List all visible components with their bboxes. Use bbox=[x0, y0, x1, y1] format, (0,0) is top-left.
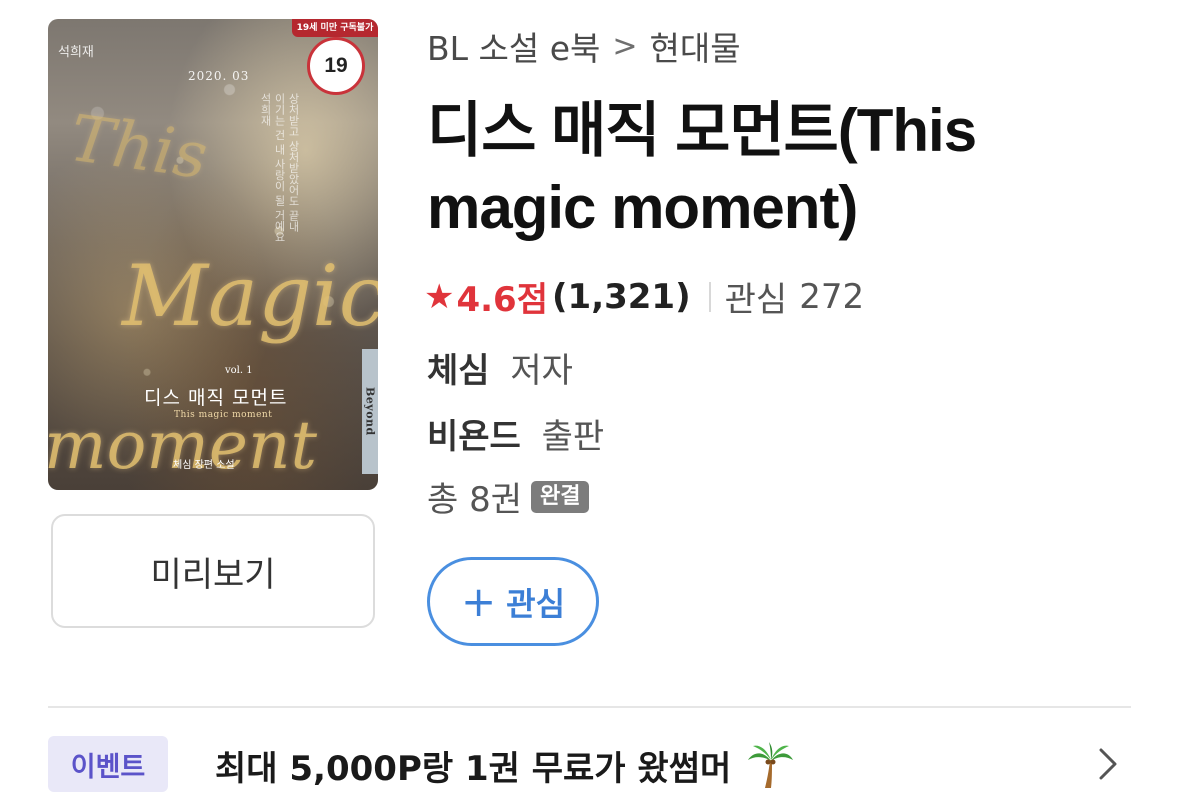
breadcrumb-separator: > bbox=[612, 28, 638, 64]
cover-publisher-strip: Beyond bbox=[362, 349, 378, 474]
favorites-label: 관심 bbox=[724, 280, 788, 320]
status-badge: 완결 bbox=[531, 480, 590, 513]
cover-author-top: 석희재 bbox=[58, 45, 94, 60]
publisher-row: 비욘드 출판 bbox=[427, 409, 604, 458]
preview-button[interactable]: 미리보기 bbox=[51, 514, 375, 628]
event-banner[interactable]: 최대 5,000P랑 1권 무료가 왔썸머 bbox=[215, 740, 795, 790]
author-name[interactable]: 체심 bbox=[427, 351, 490, 391]
volume-count: 총 8권 bbox=[427, 480, 522, 520]
event-badge: 이벤트 bbox=[48, 736, 168, 792]
cover-publisher-mark: Beyond bbox=[363, 387, 377, 436]
cover-script-moment: moment bbox=[48, 407, 317, 484]
breadcrumb: BL 소설 e북 > 현대물 bbox=[427, 22, 741, 70]
book-cover[interactable]: 석희재 2020. 03 This 상처받고 상처받았어도 끝내 이기는 건 내… bbox=[48, 19, 378, 490]
add-favorite-label: 관심 bbox=[506, 584, 566, 623]
chevron-right-icon[interactable] bbox=[1096, 746, 1120, 782]
favorites-count: 272 bbox=[799, 276, 865, 317]
cover-author-bottom: 체심 장편 소설 bbox=[173, 460, 235, 471]
volumes-row: 총 8권 완결 bbox=[427, 472, 590, 521]
cover-volume: vol. 1 bbox=[225, 365, 253, 376]
plus-icon: + bbox=[460, 576, 497, 626]
cover-poem: 상처받고 상처받았어도 끝내 이기는 건 내 사랑이 될 거예요 석희재 bbox=[259, 93, 300, 243]
palm-tree-icon bbox=[745, 740, 795, 790]
publisher-role: 출판 bbox=[541, 417, 605, 457]
rating-score[interactable]: 4.6점 bbox=[456, 272, 548, 321]
rating-row: ★ 4.6점 (1,321) 관심 272 bbox=[424, 272, 864, 321]
adult-only-banner: 19세 미만 구독불가 bbox=[292, 19, 378, 37]
breadcrumb-category[interactable]: BL 소설 e북 bbox=[427, 22, 600, 70]
rating-divider bbox=[708, 281, 711, 312]
cover-script-magic: Magic bbox=[122, 247, 378, 345]
breadcrumb-subcategory[interactable]: 현대물 bbox=[650, 22, 741, 70]
cover-title-kr: 디스 매직 모먼트 bbox=[144, 387, 288, 409]
author-row: 체심 저자 bbox=[427, 343, 573, 392]
star-icon: ★ bbox=[424, 276, 455, 317]
book-title: 디스 매직 모먼트(This magic moment) bbox=[427, 97, 977, 241]
rating-count[interactable]: (1,321) bbox=[552, 277, 691, 317]
age-rating-badge: 19 bbox=[307, 37, 365, 95]
section-divider bbox=[48, 706, 1131, 708]
author-role: 저자 bbox=[510, 351, 573, 391]
add-favorite-button[interactable]: + 관심 bbox=[427, 557, 599, 646]
publisher-name[interactable]: 비욘드 bbox=[427, 417, 521, 457]
event-text: 최대 5,000P랑 1권 무료가 왔썸머 bbox=[215, 748, 732, 789]
cover-date: 2020. 03 bbox=[188, 69, 250, 83]
